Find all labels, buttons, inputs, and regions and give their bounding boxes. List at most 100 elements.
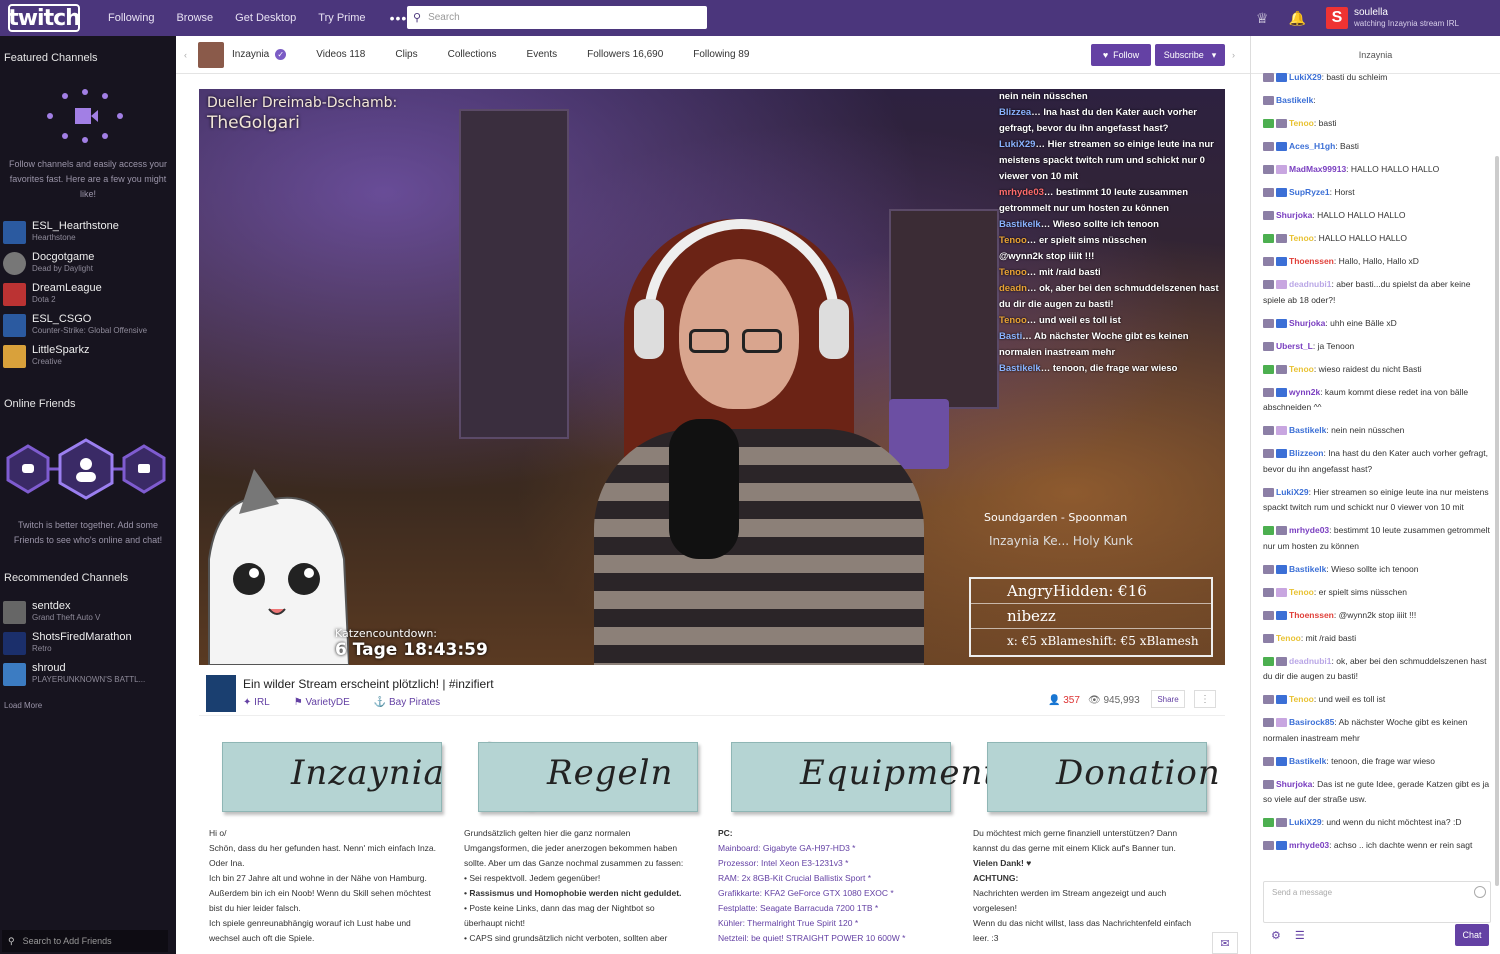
chat-username[interactable]: mrhyde03 <box>1289 840 1329 850</box>
badge-icon[interactable] <box>1263 341 1274 351</box>
badge-icon[interactable] <box>1263 165 1274 175</box>
chat-username[interactable]: Shurjoka <box>1289 318 1325 328</box>
featured-channel-item[interactable]: ESL_CSGO Counter-Strike: Global Offensive <box>3 313 173 337</box>
friend-search-input[interactable]: ⚲ Search to Add Friends <box>2 930 168 952</box>
badge-icon[interactable] <box>1276 695 1287 705</box>
badge-icon[interactable] <box>1263 211 1274 221</box>
nav-browse[interactable]: Browse <box>176 12 213 24</box>
search-input[interactable]: ⚲ Search <box>407 6 707 29</box>
chat-username[interactable]: Thoenssen <box>1289 256 1334 266</box>
chat-username[interactable]: deadnubi1 <box>1289 279 1332 289</box>
badge-icon[interactable] <box>1263 73 1274 83</box>
badge-icon[interactable] <box>1263 234 1274 244</box>
chat-username[interactable]: Bastikelk <box>1289 756 1326 766</box>
chat-scrollbar[interactable] <box>1495 156 1499 886</box>
recommended-channel-item[interactable]: ShotsFiredMarathon Retro <box>3 631 173 655</box>
share-button[interactable]: Share <box>1151 690 1185 708</box>
badge-icon[interactable] <box>1263 756 1274 766</box>
badge-icon[interactable] <box>1276 610 1287 620</box>
badge-icon[interactable] <box>1276 234 1287 244</box>
tab-events[interactable]: Events <box>527 49 558 60</box>
chat-username[interactable]: LukiX29 <box>1289 817 1322 827</box>
panel-link[interactable]: Prozessor: Intel Xeon E3-1231v3 * <box>718 856 948 871</box>
featured-channel-item[interactable]: ESL_Hearthstone Hearthstone <box>3 220 173 244</box>
avatar[interactable]: S <box>1326 7 1348 29</box>
chat-username[interactable]: mrhyde03 <box>1289 525 1329 535</box>
panel-link[interactable]: Kühler: Thermalright True Spirit 120 * <box>718 916 948 931</box>
badge-icon[interactable] <box>1263 818 1274 828</box>
badge-icon[interactable] <box>1276 257 1287 267</box>
panel-donation-banner[interactable]: Donation <box>987 742 1220 812</box>
chat-username[interactable]: MadMax99913 <box>1289 164 1346 174</box>
chat-username[interactable]: Uberst_L <box>1276 341 1313 351</box>
badge-icon[interactable] <box>1276 188 1287 198</box>
emoji-icon[interactable] <box>1474 886 1486 898</box>
badge-icon[interactable] <box>1276 718 1287 728</box>
badge-icon[interactable] <box>1276 756 1287 766</box>
badge-icon[interactable] <box>1276 564 1287 574</box>
chat-input[interactable]: Send a message <box>1263 881 1491 923</box>
badge-icon[interactable] <box>1263 387 1274 397</box>
badge-icon[interactable] <box>1276 364 1287 374</box>
featured-channel-item[interactable]: Docgotgame Dead by Daylight <box>3 251 173 275</box>
badge-icon[interactable] <box>1276 142 1287 152</box>
tag-team[interactable]: ⚓ Bay Pirates <box>374 697 452 708</box>
badge-icon[interactable] <box>1263 119 1274 129</box>
badge-icon[interactable] <box>1276 318 1287 328</box>
badge-icon[interactable] <box>1276 526 1287 536</box>
chat-username[interactable]: deadnubi1 <box>1289 656 1332 666</box>
tab-followers[interactable]: Followers 16,690 <box>587 49 663 60</box>
chat-username[interactable]: LukiX29 <box>1289 72 1322 82</box>
panel-link[interactable]: Festplatte: Seagate Barracuda 7200 1TB * <box>718 901 948 916</box>
twitch-logo[interactable]: twitch <box>8 4 81 32</box>
chat-username[interactable]: Blizzeon <box>1289 448 1323 458</box>
badge-icon[interactable] <box>1263 487 1274 497</box>
badge-icon[interactable] <box>1263 610 1274 620</box>
badge-icon[interactable] <box>1263 656 1274 666</box>
nav-get-desktop[interactable]: Get Desktop <box>235 12 296 24</box>
chat-username[interactable]: Shurjoka <box>1276 210 1312 220</box>
badge-icon[interactable] <box>1276 73 1287 83</box>
game-thumbnail[interactable] <box>206 675 236 712</box>
badge-icon[interactable] <box>1263 718 1274 728</box>
badge-icon[interactable] <box>1276 119 1287 129</box>
user-menu[interactable]: soulella watching Inzaynia stream IRL <box>1354 7 1474 29</box>
channel-name[interactable]: Inzaynia <box>232 49 269 60</box>
badge-icon[interactable] <box>1276 426 1287 436</box>
panel-link[interactable]: Netzteil: be quiet! STRAIGHT POWER 10 60… <box>718 931 948 946</box>
badge-icon[interactable] <box>1276 818 1287 828</box>
video-player[interactable]: Dueller Dreimab-Dschamb: TheGolgari nein… <box>199 89 1225 665</box>
badge-icon[interactable] <box>1263 633 1274 643</box>
panel-link[interactable]: RAM: 2x 8GB-Kit Crucial Ballistix Sport … <box>718 871 948 886</box>
badge-icon[interactable] <box>1276 280 1287 290</box>
chat-username[interactable]: LukiX29 <box>1276 487 1309 497</box>
badge-icon[interactable] <box>1276 165 1287 175</box>
badge-icon[interactable] <box>1276 656 1287 666</box>
gear-icon[interactable]: ⚙ <box>1271 929 1281 942</box>
chat-username[interactable]: Basirock85 <box>1289 717 1334 727</box>
scroll-right-icon[interactable]: › <box>1232 50 1235 60</box>
subscribe-button[interactable]: Subscribe ▾ <box>1155 44 1225 66</box>
chat-username[interactable]: Tenoo <box>1289 118 1314 128</box>
nav-try-prime[interactable]: Try Prime <box>318 12 365 24</box>
panel-equipment-banner[interactable]: Equipment <box>731 742 997 812</box>
badge-icon[interactable] <box>1263 564 1274 574</box>
chat-username[interactable]: Aces_H1gh <box>1289 141 1335 151</box>
tab-videos[interactable]: Videos 118 <box>316 49 365 60</box>
badge-icon[interactable] <box>1263 695 1274 705</box>
chat-send-button[interactable]: Chat <box>1455 924 1489 946</box>
badge-icon[interactable] <box>1263 96 1274 106</box>
badge-icon[interactable] <box>1263 526 1274 536</box>
tag-community[interactable]: ⚑ VarietyDE <box>294 697 362 708</box>
chat-username[interactable]: Bastikelk <box>1289 564 1326 574</box>
tab-following[interactable]: Following 89 <box>693 49 749 60</box>
panel-regeln-banner[interactable]: Regeln <box>478 742 698 812</box>
recommended-channel-item[interactable]: shroud PLAYERUNKNOWN'S BATTL... <box>3 662 173 686</box>
badge-icon[interactable] <box>1263 318 1274 328</box>
badge-icon[interactable] <box>1263 257 1274 267</box>
chat-username[interactable]: Bastikelk <box>1289 425 1326 435</box>
badge-icon[interactable] <box>1263 188 1274 198</box>
chat-username[interactable]: Tenoo <box>1289 694 1314 704</box>
featured-channel-item[interactable]: LittleSparkz Creative <box>3 344 173 368</box>
nav-following[interactable]: Following <box>108 12 154 24</box>
